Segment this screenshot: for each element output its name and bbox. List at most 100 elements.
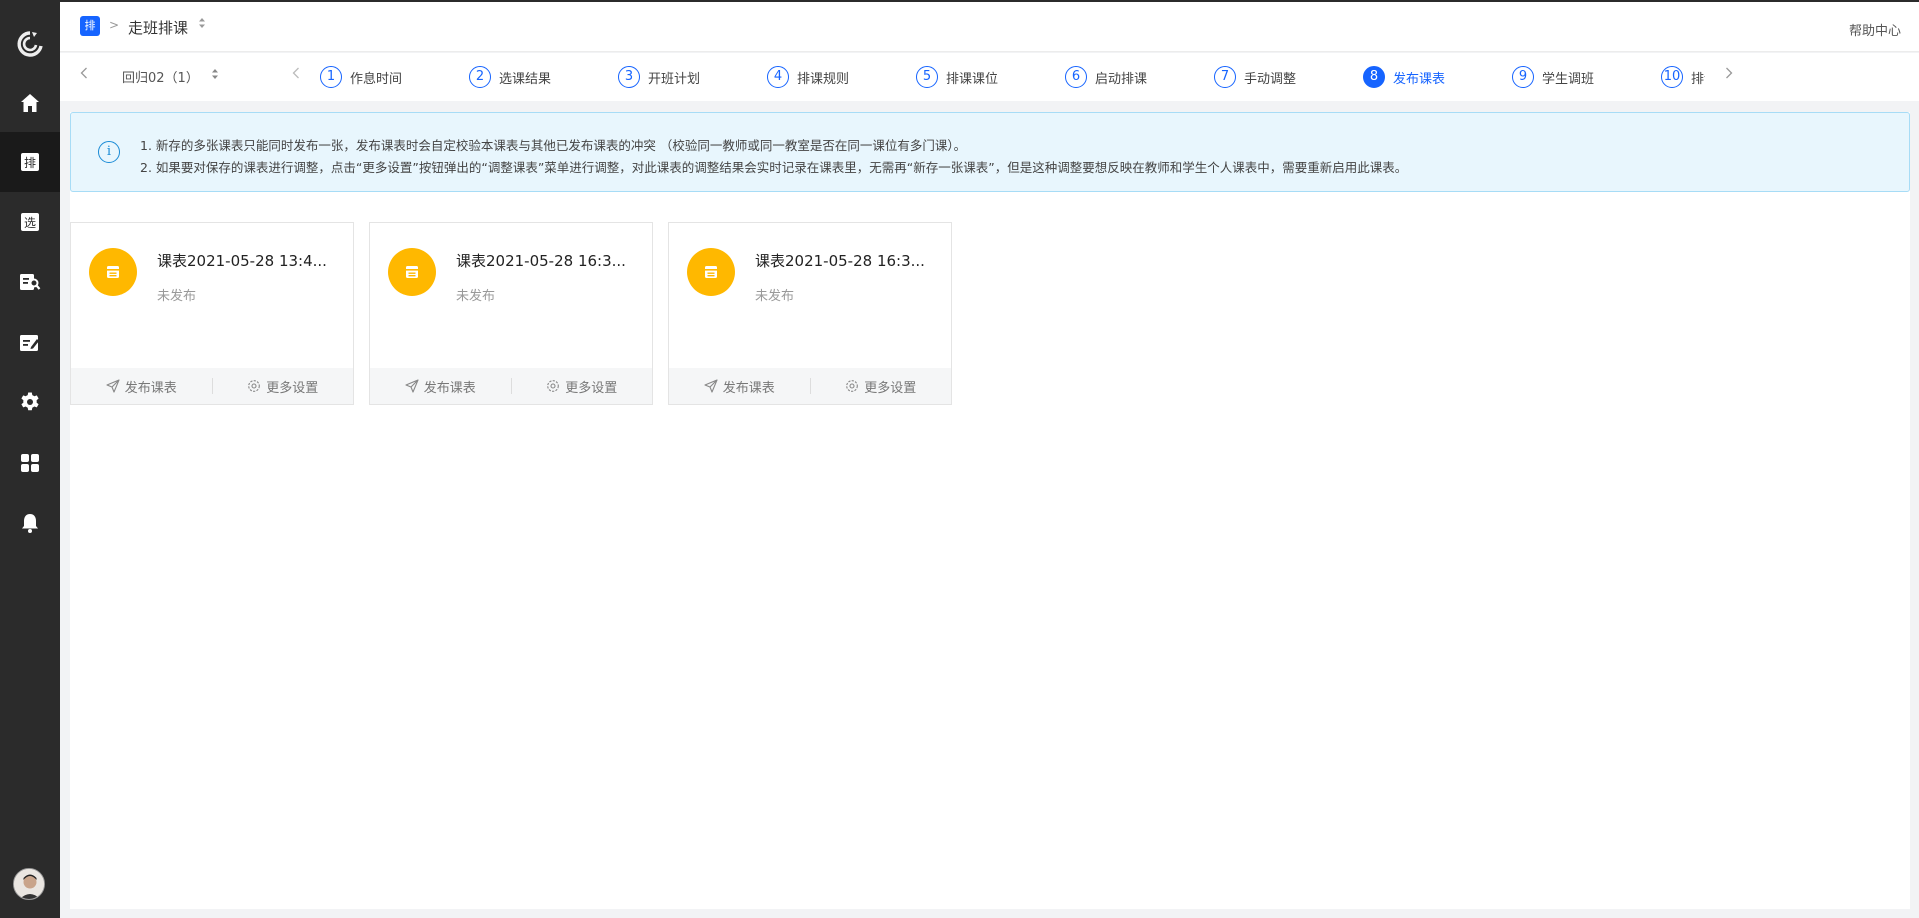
card-status: 未发布 bbox=[157, 285, 196, 304]
main-content: i 1. 新存的多张课表只能同时发布一张，发布课表时会自定校验本课表与其他已发布… bbox=[70, 112, 1910, 909]
step-label: 排课 bbox=[1691, 68, 1705, 87]
step-label: 作息时间 bbox=[350, 68, 402, 87]
module-badge: 排 bbox=[80, 16, 100, 36]
notice-line-2: 2. 如果要对保存的课表进行调整，点击“更多设置”按钮弹出的“调整课表”菜单进行… bbox=[140, 157, 1407, 176]
step-8[interactable]: 8 发布课表 bbox=[1363, 65, 1445, 89]
timetable-icon bbox=[404, 264, 420, 280]
step-number: 9 bbox=[1512, 66, 1534, 88]
publish-button[interactable]: 发布课表 bbox=[370, 377, 511, 396]
step-label: 启动排课 bbox=[1095, 68, 1147, 87]
publish-label: 发布课表 bbox=[723, 377, 775, 396]
step-number: 3 bbox=[618, 66, 640, 88]
sidebar-item-apps[interactable] bbox=[0, 433, 60, 493]
sidebar: 排 选 bbox=[0, 2, 60, 918]
more-settings-button[interactable]: 更多设置 bbox=[811, 377, 952, 396]
step-label: 发布课表 bbox=[1393, 68, 1445, 87]
prev-project-arrow[interactable] bbox=[80, 67, 88, 83]
timetable-icon bbox=[105, 264, 121, 280]
step-number: 2 bbox=[469, 66, 491, 88]
step-3[interactable]: 3开班计划 bbox=[618, 65, 700, 89]
app-logo[interactable] bbox=[0, 22, 60, 66]
course-selection-icon: 选 bbox=[20, 212, 40, 232]
project-switch-icon[interactable] bbox=[212, 69, 218, 81]
timetable-card[interactable]: 课表2021-05-28 16:3...未发布发布课表更多设置 bbox=[668, 222, 952, 405]
publish-button[interactable]: 发布课表 bbox=[71, 377, 212, 396]
step-number: 6 bbox=[1065, 66, 1087, 88]
more-settings-button[interactable]: 更多设置 bbox=[213, 377, 354, 396]
publish-label: 发布课表 bbox=[424, 377, 476, 396]
sidebar-item-home[interactable] bbox=[0, 73, 60, 133]
timetable-icon-badge bbox=[388, 248, 436, 296]
step-label: 排课规则 bbox=[797, 68, 849, 87]
title-switch-icon[interactable] bbox=[199, 18, 205, 29]
info-icon: i bbox=[98, 141, 120, 163]
chevron-left-icon bbox=[80, 67, 88, 79]
card-actions: 发布课表 更多设置 bbox=[669, 368, 951, 404]
send-icon bbox=[405, 379, 419, 393]
step-label: 排课课位 bbox=[946, 68, 998, 87]
publish-label: 发布课表 bbox=[125, 377, 177, 396]
svg-text:排: 排 bbox=[24, 156, 36, 170]
project-name[interactable]: 回归02（1） bbox=[122, 67, 199, 86]
gear-icon bbox=[19, 391, 41, 413]
info-notice: i 1. 新存的多张课表只能同时发布一张，发布课表时会自定校验本课表与其他已发布… bbox=[70, 112, 1910, 192]
home-icon bbox=[19, 92, 41, 114]
steps-scroll-right[interactable] bbox=[1725, 67, 1733, 83]
timetable-card[interactable]: 课表2021-05-28 16:3... 未发布发布课表 更多设置 bbox=[369, 222, 653, 405]
step-number: 1 bbox=[320, 66, 342, 88]
more-settings-label: 更多设置 bbox=[864, 377, 916, 396]
timetable-icon-badge bbox=[687, 248, 735, 296]
avatar[interactable] bbox=[13, 868, 45, 900]
timetable-icon bbox=[703, 264, 719, 280]
timetable-card[interactable]: 课表2021-05-28 13:4...未发布发布课表更多设置 bbox=[70, 222, 354, 405]
step-label: 学生调班 bbox=[1542, 68, 1594, 87]
logo-icon bbox=[15, 29, 45, 59]
gear-icon bbox=[845, 379, 859, 393]
page-title[interactable]: 走班排课 bbox=[128, 17, 188, 38]
user-avatar-icon bbox=[14, 869, 45, 900]
card-title: 课表2021-05-28 16:3... bbox=[456, 250, 626, 271]
publish-button[interactable]: 发布课表 bbox=[669, 377, 810, 396]
search-doc-icon bbox=[19, 272, 41, 292]
steps-list: 1 作息时间 2 选课结果 3开班计划 4 排课规则 5 排课课位 6 启动排课 7 手动调整 8 发布课表… bbox=[320, 65, 1705, 89]
card-status: 未发布 bbox=[456, 285, 495, 304]
send-icon bbox=[704, 379, 718, 393]
step-number: 4 bbox=[767, 66, 789, 88]
more-settings-button[interactable]: 更多设置 bbox=[512, 377, 653, 396]
step-number: 7 bbox=[1214, 66, 1236, 88]
step-7[interactable]: 7 手动调整 bbox=[1214, 65, 1296, 89]
card-status: 未发布 bbox=[755, 285, 794, 304]
help-center-link[interactable]: 帮助中心 bbox=[1849, 20, 1901, 39]
top-header: 排 > 走班排课 帮助中心 bbox=[60, 2, 1919, 52]
sidebar-item-course-selection[interactable]: 选 bbox=[0, 192, 60, 252]
step-label: 手动调整 bbox=[1244, 68, 1296, 87]
sidebar-item-schedule[interactable]: 排 bbox=[0, 132, 60, 192]
step-9[interactable]: 9 学生调班 bbox=[1512, 65, 1594, 89]
send-icon bbox=[106, 379, 120, 393]
more-settings-label: 更多设置 bbox=[565, 377, 617, 396]
sidebar-item-report[interactable] bbox=[0, 313, 60, 373]
chevron-left-icon bbox=[292, 67, 300, 79]
step-number: 5 bbox=[916, 66, 938, 88]
step-6[interactable]: 6 启动排课 bbox=[1065, 65, 1147, 89]
step-4[interactable]: 4 排课规则 bbox=[767, 65, 849, 89]
step-label: 选课结果 bbox=[499, 68, 551, 87]
timetable-icon-badge bbox=[89, 248, 137, 296]
step-2[interactable]: 2 选课结果 bbox=[469, 65, 551, 89]
apps-grid-icon bbox=[19, 452, 41, 474]
card-actions: 发布课表 更多设置 bbox=[370, 368, 652, 404]
gear-icon bbox=[546, 379, 560, 393]
sidebar-item-search[interactable] bbox=[0, 252, 60, 312]
notice-line-1: 1. 新存的多张课表只能同时发布一张，发布课表时会自定校验本课表与其他已发布课表… bbox=[140, 135, 966, 154]
schedule-icon: 排 bbox=[20, 152, 40, 172]
steps-bar: 回归02（1） 1 作息时间 2 选课结果 3开班计划 4 排课规则 5 排课课位 6 启动排课 7手… bbox=[60, 53, 1919, 101]
sidebar-item-notifications[interactable] bbox=[0, 493, 60, 553]
step-1[interactable]: 1 作息时间 bbox=[320, 65, 402, 89]
step-5[interactable]: 5 排课课位 bbox=[916, 65, 998, 89]
bell-icon bbox=[20, 512, 40, 534]
step-10[interactable]: 10排课 bbox=[1661, 65, 1705, 89]
more-settings-label: 更多设置 bbox=[266, 377, 318, 396]
step-number: 8 bbox=[1363, 66, 1385, 88]
steps-scroll-left[interactable] bbox=[292, 67, 300, 83]
sidebar-item-settings[interactable] bbox=[0, 372, 60, 432]
